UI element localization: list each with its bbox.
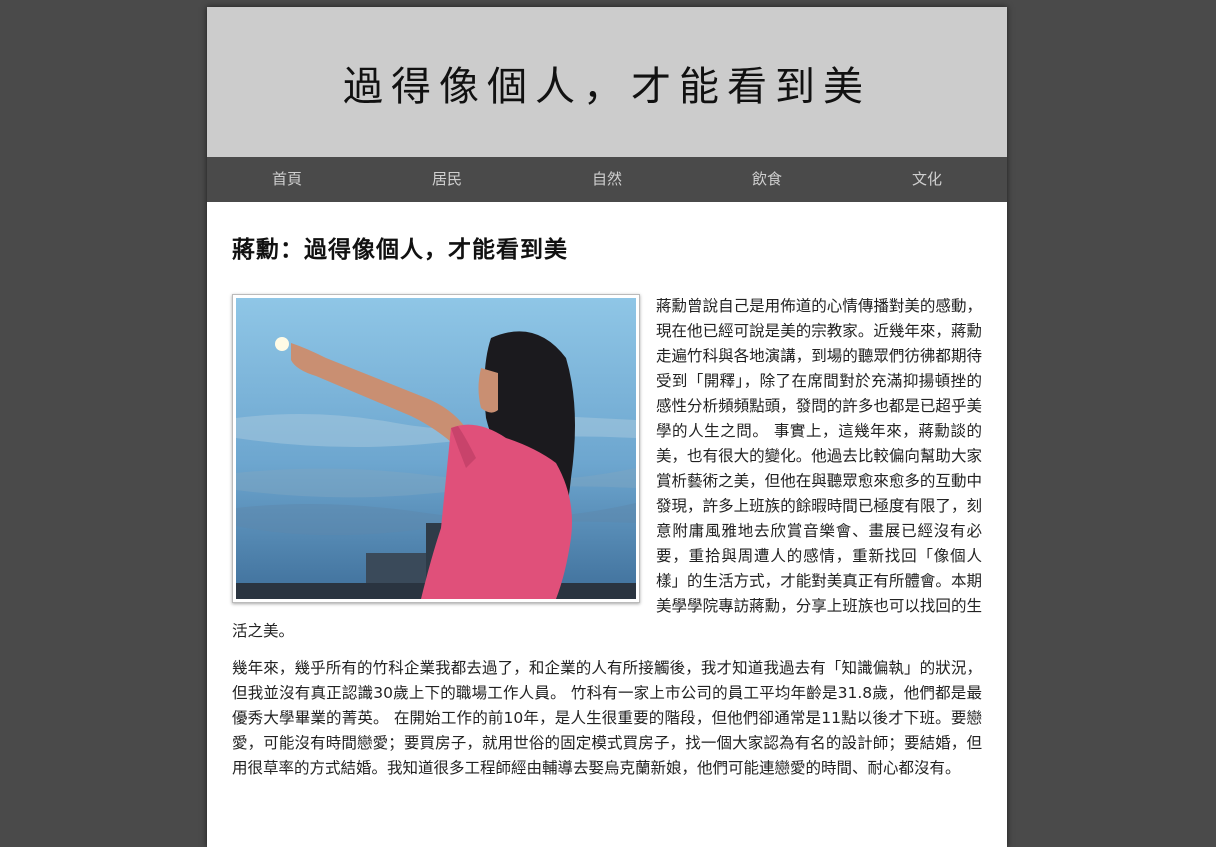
article-content: 蔣勳：過得像個人，才能看到美 蔣勳曾說自己是用佈道的心情傳播對美的感動，現在他已… [207, 230, 1007, 781]
nav-item-food[interactable]: 飲食 [687, 157, 847, 202]
main-nav: 首頁 居民 自然 飲食 文化 [207, 157, 1007, 202]
nav-item-residents[interactable]: 居民 [367, 157, 527, 202]
page-container: 過得像個人，才能看到美 首頁 居民 自然 飲食 文化 蔣勳：過得像個人，才能看到… [207, 7, 1007, 847]
article-photo [232, 294, 640, 603]
site-title: 過得像個人，才能看到美 [343, 64, 871, 110]
article-paragraph: 幾年來，幾乎所有的竹科企業我都去過了，和企業的人有所接觸後，我才知道我過去有「知… [232, 659, 982, 777]
site-banner: 過得像個人，才能看到美 [207, 7, 1007, 157]
nav-item-home[interactable]: 首頁 [207, 157, 367, 202]
photo-woman-pointing-at-moon [236, 298, 636, 599]
article-title: 蔣勳：過得像個人，才能看到美 [232, 237, 568, 263]
nav-item-nature[interactable]: 自然 [527, 157, 687, 202]
nav-item-culture[interactable]: 文化 [847, 157, 1007, 202]
